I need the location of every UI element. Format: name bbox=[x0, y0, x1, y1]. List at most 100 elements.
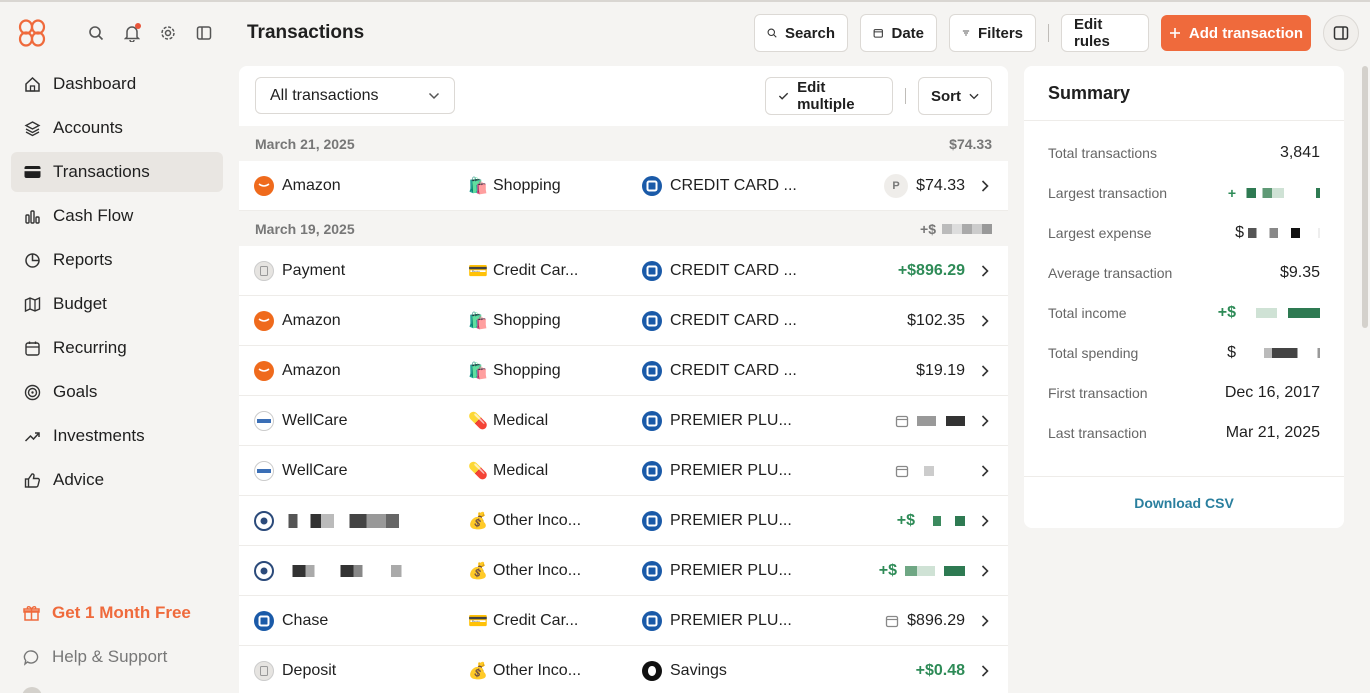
account-name: PREMIER PLU... bbox=[670, 611, 792, 629]
category-name: Other Inco... bbox=[493, 511, 582, 529]
chevron-right-icon[interactable] bbox=[980, 314, 990, 328]
category-name: Credit Car... bbox=[493, 611, 579, 629]
scrollbar[interactable] bbox=[1362, 66, 1368, 328]
sidebar-item-accounts[interactable]: Accounts bbox=[11, 108, 223, 148]
chevron-down-icon bbox=[428, 92, 440, 99]
sort-label: Sort bbox=[931, 87, 961, 105]
filter-icon bbox=[962, 30, 970, 36]
sidebar-item-advice[interactable]: Advice bbox=[11, 460, 223, 500]
date-label: Date bbox=[891, 24, 924, 42]
chevron-right-icon[interactable] bbox=[980, 614, 990, 628]
summary-value-cell: $ bbox=[1235, 224, 1320, 242]
panel-toggle-button[interactable] bbox=[1323, 15, 1359, 51]
table-row[interactable]: Deposit 💰 Other Inco... Savings +$0.48 bbox=[239, 646, 1008, 693]
table-row[interactable]: Amazon 🛍️ Shopping CREDIT CARD ... $102.… bbox=[239, 296, 1008, 346]
notification-dot bbox=[135, 23, 141, 29]
edit-multiple-button[interactable]: Edit multiple bbox=[765, 77, 893, 115]
redacted-value bbox=[942, 223, 992, 234]
promo-link[interactable]: Get 1 Month Free bbox=[23, 603, 191, 623]
redacted-value bbox=[1248, 228, 1320, 238]
redacted-merchant-name bbox=[282, 564, 412, 577]
help-support-link[interactable]: Help & Support bbox=[23, 647, 167, 667]
amount-cell bbox=[895, 464, 965, 478]
sidebar-nav: Dashboard Accounts Transactions Cash Flo… bbox=[11, 64, 223, 504]
merchant-name: Chase bbox=[282, 611, 329, 629]
wellcare-logo-icon bbox=[254, 460, 274, 481]
search-icon bbox=[767, 28, 777, 38]
filters-button[interactable]: Filters bbox=[949, 14, 1036, 52]
merchant-name: Amazon bbox=[282, 361, 341, 379]
sidebar-item-investments[interactable]: Investments bbox=[11, 416, 223, 456]
calendar-icon bbox=[895, 415, 909, 427]
summary-label: Total spending bbox=[1048, 345, 1139, 361]
sidebar-item-budget[interactable]: Budget bbox=[11, 284, 223, 324]
summary-label: Average transaction bbox=[1048, 265, 1173, 281]
page-title: Transactions bbox=[247, 22, 365, 43]
sidebar-toggle-icon[interactable] bbox=[193, 22, 215, 44]
merchant-name: Payment bbox=[282, 261, 346, 279]
map-icon bbox=[23, 295, 41, 313]
transaction-filter-select[interactable]: All transactions bbox=[255, 77, 455, 114]
bank-logo-icon bbox=[642, 510, 662, 531]
amount-cell: $896.29 bbox=[885, 612, 965, 630]
summary-value-cell: + bbox=[1228, 185, 1320, 201]
app-logo-icon[interactable] bbox=[17, 18, 47, 48]
layers-icon bbox=[23, 119, 41, 137]
amount: +$0.48 bbox=[915, 661, 965, 679]
chevron-right-icon[interactable] bbox=[980, 364, 990, 378]
chase-logo-icon bbox=[254, 610, 274, 631]
chevron-right-icon[interactable] bbox=[980, 264, 990, 278]
add-transaction-button[interactable]: Add transaction bbox=[1161, 15, 1311, 51]
edit-rules-button[interactable]: Edit rules bbox=[1061, 14, 1149, 52]
sidebar-item-label: Budget bbox=[53, 294, 107, 313]
date-group-header: March 21, 2025 $74.33 bbox=[239, 126, 1008, 161]
sidebar-item-goals[interactable]: Goals bbox=[11, 372, 223, 412]
redacted-value bbox=[1240, 308, 1320, 318]
sidebar-item-cash-flow[interactable]: Cash Flow bbox=[11, 196, 223, 236]
sidebar-item-dashboard[interactable]: Dashboard bbox=[11, 64, 223, 104]
chevron-right-icon[interactable] bbox=[980, 514, 990, 528]
chevron-right-icon[interactable] bbox=[980, 414, 990, 428]
amount: $74.33 bbox=[916, 176, 965, 194]
chevron-right-icon[interactable] bbox=[980, 464, 990, 478]
summary-row: Total income +$ bbox=[1024, 293, 1344, 333]
chevron-right-icon[interactable] bbox=[980, 564, 990, 578]
date-button[interactable]: Date bbox=[860, 14, 937, 52]
chevron-right-icon[interactable] bbox=[980, 179, 990, 193]
sidebar-item-label: Accounts bbox=[53, 118, 123, 137]
sidebar-item-label: Recurring bbox=[53, 338, 127, 357]
amount-cell: +$ bbox=[897, 512, 965, 530]
bank-logo-icon bbox=[642, 260, 662, 281]
amount-cell: +$ bbox=[879, 562, 965, 580]
summary-value: Dec 16, 2017 bbox=[1224, 384, 1320, 401]
amount: $102.35 bbox=[907, 311, 965, 329]
redacted-amount bbox=[905, 565, 965, 576]
summary-row: Total transactions 3,841 bbox=[1024, 133, 1344, 173]
gear-icon[interactable] bbox=[157, 22, 179, 44]
sort-button[interactable]: Sort bbox=[918, 77, 992, 115]
table-row[interactable]: 💰 Other Inco... PREMIER PLU... +$ bbox=[239, 546, 1008, 596]
table-row[interactable]: 💰 Other Inco... PREMIER PLU... +$ bbox=[239, 496, 1008, 546]
table-row[interactable]: Amazon 🛍️ Shopping CREDIT CARD ... $19.1… bbox=[239, 346, 1008, 396]
chevron-right-icon[interactable] bbox=[980, 664, 990, 678]
account-name: PREMIER PLU... bbox=[670, 411, 792, 429]
bell-icon[interactable] bbox=[121, 22, 143, 44]
summary-value-cell: $ bbox=[1227, 344, 1320, 362]
sidebar-item-recurring[interactable]: Recurring bbox=[11, 328, 223, 368]
summary-row: Average transaction $9.35 bbox=[1024, 253, 1344, 293]
table-row[interactable]: WellCare 💊 Medical PREMIER PLU... bbox=[239, 396, 1008, 446]
shopping-bag-icon: 🛍️ bbox=[468, 177, 488, 195]
amount-cell bbox=[895, 414, 965, 428]
search-icon[interactable] bbox=[85, 22, 107, 44]
redacted-merchant-name bbox=[282, 513, 412, 528]
avatar[interactable] bbox=[22, 687, 42, 693]
download-csv-link[interactable]: Download CSV bbox=[1024, 476, 1344, 528]
summary-label: Total income bbox=[1048, 305, 1127, 321]
table-row[interactable]: Amazon 🛍️ Shopping CREDIT CARD ... P $74… bbox=[239, 161, 1008, 211]
search-button[interactable]: Search bbox=[754, 14, 848, 52]
table-row[interactable]: Payment 💳 Credit Car... CREDIT CARD ... … bbox=[239, 246, 1008, 296]
sidebar-item-transactions[interactable]: Transactions bbox=[11, 152, 223, 192]
table-row[interactable]: Chase 💳 Credit Car... PREMIER PLU... $89… bbox=[239, 596, 1008, 646]
sidebar-item-reports[interactable]: Reports bbox=[11, 240, 223, 280]
table-row[interactable]: WellCare 💊 Medical PREMIER PLU... bbox=[239, 446, 1008, 496]
